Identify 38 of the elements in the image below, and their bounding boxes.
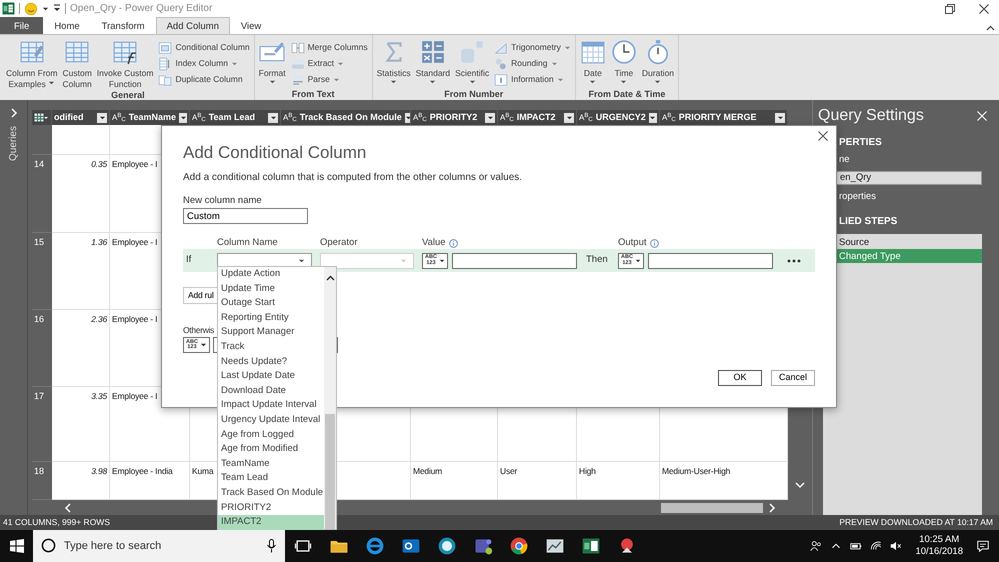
clock-time: 10:25 AM bbox=[918, 534, 960, 546]
column-title: Team Lead bbox=[208, 110, 256, 124]
table-cell: 1.36 bbox=[52, 233, 110, 310]
column-title: IMPACT2 bbox=[516, 110, 557, 124]
column-label: Value bbox=[422, 236, 446, 250]
clock-date: 10/16/2018 bbox=[915, 546, 963, 558]
column-title: PRIORITY MERGE bbox=[678, 110, 758, 124]
group-label: General bbox=[110, 89, 146, 102]
table-cell: 3.35 bbox=[52, 387, 110, 462]
column-title: odified bbox=[54, 110, 84, 124]
status-text: PREVIEW DOWNLOADED AT 10:17 AM bbox=[839, 516, 993, 529]
column-label: Operator bbox=[320, 236, 358, 250]
table-cell: 2.36 bbox=[52, 310, 110, 387]
panel-title: Query Settings bbox=[818, 106, 924, 126]
if-label: If bbox=[185, 253, 192, 268]
then-label: Then bbox=[585, 253, 609, 268]
table-cell: 0.35 bbox=[52, 155, 110, 233]
column-title: Track Based On Module bbox=[300, 110, 402, 124]
column-label: Output bbox=[618, 236, 647, 250]
column-title: TeamName bbox=[128, 110, 176, 124]
table-cell: Medium bbox=[411, 462, 498, 500]
field-label: ne bbox=[839, 153, 851, 167]
table-cell: 3.98 bbox=[52, 462, 110, 500]
group-label: From Number bbox=[443, 88, 504, 100]
table-cell: Employee - India bbox=[110, 462, 190, 500]
section-heading: PERTIES bbox=[839, 136, 883, 150]
table-cell: High bbox=[577, 462, 660, 500]
status-text: 41 COLUMNS, 999+ ROWS bbox=[3, 516, 110, 529]
sidebar-label: Queries bbox=[7, 126, 20, 162]
group-label: From Text bbox=[290, 88, 336, 100]
section-heading: LIED STEPS bbox=[839, 214, 898, 228]
table-cell: Medium-User-High bbox=[660, 462, 788, 500]
column-title: URGENCY2 bbox=[596, 110, 646, 124]
group-label: From Date & Time bbox=[588, 88, 666, 100]
column-label: Column Name bbox=[217, 236, 278, 250]
column-title: PRIORITY2 bbox=[430, 110, 478, 124]
window-title: Open_Qry - Power Query Editor bbox=[70, 2, 212, 16]
table-cell: User bbox=[498, 462, 577, 500]
